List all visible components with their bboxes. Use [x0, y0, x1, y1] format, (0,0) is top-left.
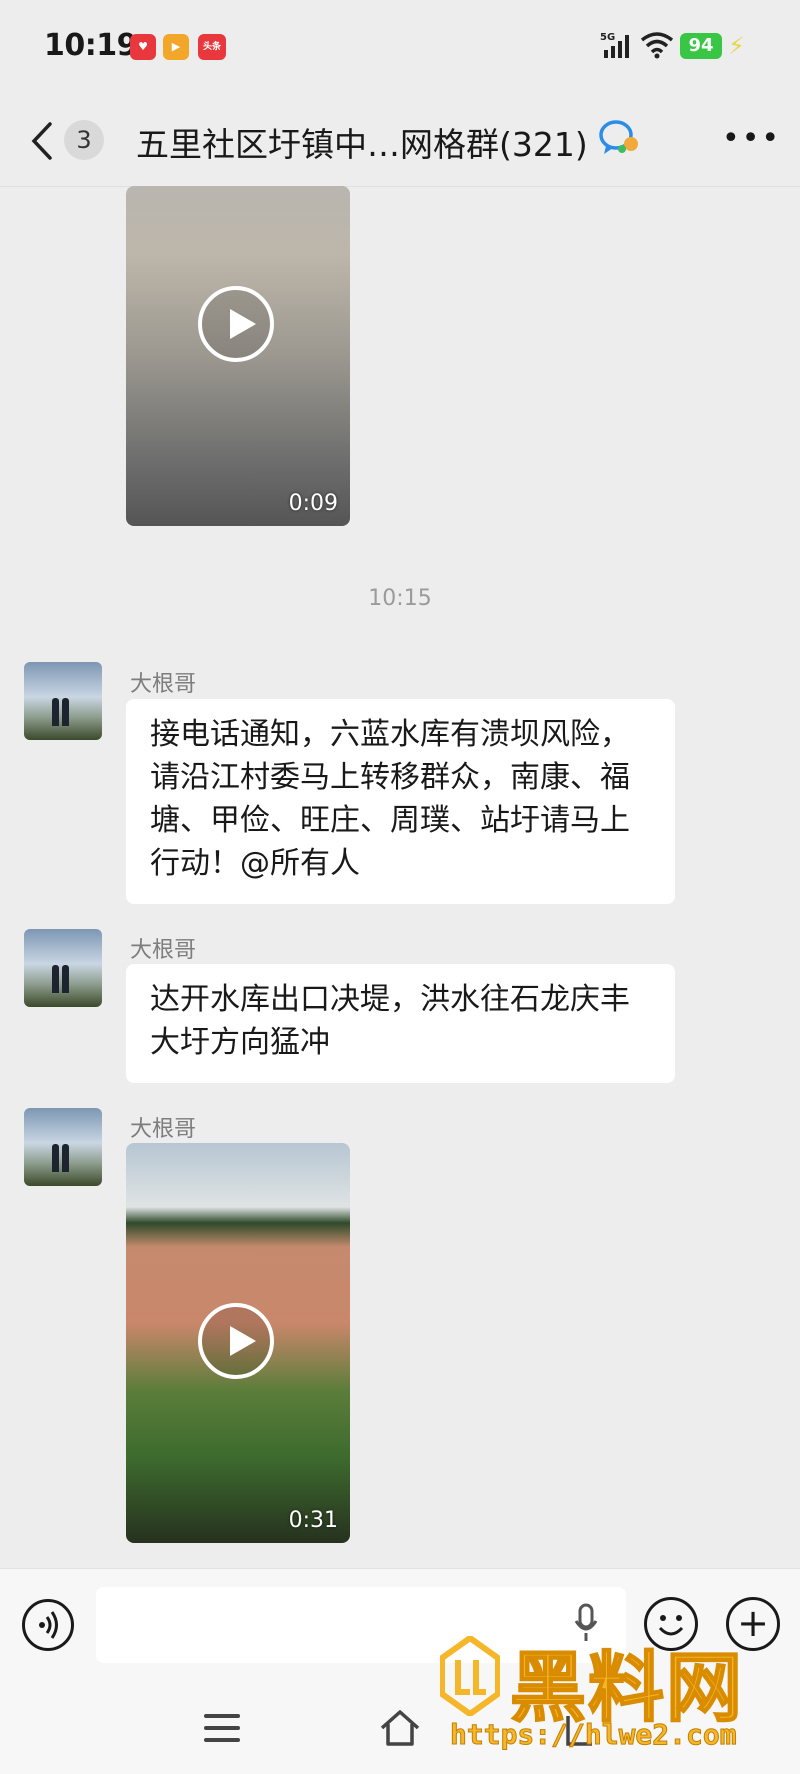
- status-bar: 10:19 ♥ ▶ 头条 5G 94 ⚡: [0, 0, 800, 96]
- avatar-figure: [62, 965, 69, 993]
- message-timestamp: 10:15: [368, 586, 432, 611]
- back-button[interactable]: [28, 118, 58, 164]
- cellular-signal-icon: 5G: [600, 30, 634, 64]
- watermark-url: https://hlwe2.com: [450, 1718, 738, 1752]
- sound-wave-icon: [39, 1611, 58, 1639]
- avatar-figure: [62, 1144, 69, 1172]
- text-message-bubble[interactable]: 达开水库出口决堤，洪水往石龙庆丰大圩方向猛冲: [126, 964, 675, 1083]
- chat-header: 3 五里社区圩镇中…网格群(321) •••: [0, 96, 800, 187]
- battery-indicator: 94: [680, 33, 722, 59]
- text-message-bubble[interactable]: 接电话通知，六蓝水库有溃坝风险，请沿江村委马上转移群众，南康、福塘、甲俭、旺庄、…: [126, 699, 675, 904]
- sender-name: 大根哥: [130, 938, 197, 963]
- video-duration: 0:31: [288, 1508, 338, 1533]
- chat-title: 五里社区圩镇中…网格群(321): [136, 125, 588, 164]
- avatar[interactable]: [24, 662, 102, 740]
- play-icon[interactable]: [198, 1303, 274, 1379]
- avatar[interactable]: [24, 929, 102, 1007]
- network-type-label: 5G: [600, 32, 615, 43]
- video-duration: 0:09: [288, 491, 338, 516]
- video-message[interactable]: 0:09: [126, 186, 350, 526]
- chevron-left-icon: [31, 122, 52, 160]
- avatar-figure: [62, 698, 69, 726]
- status-time: 10:19: [44, 28, 138, 63]
- sender-name: 大根哥: [130, 672, 197, 697]
- video-message[interactable]: 0:31: [126, 1143, 350, 1543]
- charging-icon: ⚡: [728, 32, 745, 60]
- group-chat-bubble-icon[interactable]: [598, 118, 642, 162]
- sender-name: 大根哥: [130, 1117, 197, 1142]
- more-options-button[interactable]: •••: [722, 124, 781, 154]
- menu-icon[interactable]: [204, 1714, 240, 1750]
- unread-count-badge: 3: [64, 120, 104, 160]
- wifi-icon: [640, 30, 674, 64]
- watermark: 黑料网 https://hlwe2.com: [440, 1626, 780, 1758]
- avatar-figure: [52, 698, 59, 726]
- avatar-figure: [52, 1144, 59, 1172]
- voice-mode-button[interactable]: [22, 1599, 74, 1651]
- red-heart-app-icon: ♥: [130, 34, 156, 60]
- avatar[interactable]: [24, 1108, 102, 1186]
- home-icon[interactable]: [378, 1708, 422, 1752]
- watermark-logo-icon: [440, 1636, 500, 1716]
- toutiao-app-icon: 头条: [198, 34, 226, 60]
- play-icon[interactable]: [198, 286, 274, 362]
- video-app-icon: ▶: [163, 34, 189, 60]
- avatar-figure: [52, 965, 59, 993]
